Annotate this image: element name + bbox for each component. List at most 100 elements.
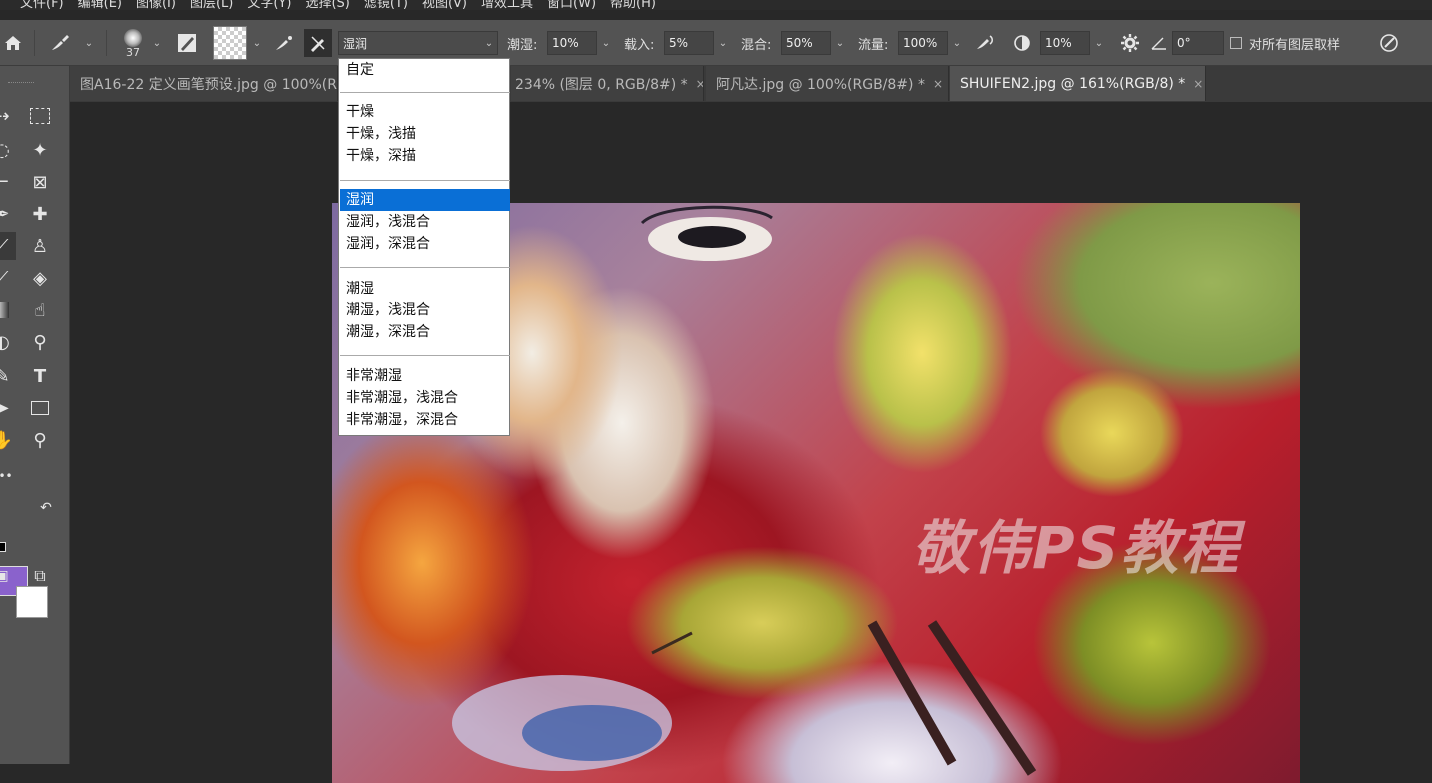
wet-input[interactable]: 10% [547,31,597,55]
menu-image[interactable]: 图像(I) [136,0,176,11]
tab-doc-1[interactable]: 图A16-22 定义画笔预设.jpg @ 100%(R [70,66,338,101]
dropdown-item-dry-heavy[interactable]: 干燥，深描 [340,145,510,167]
chevron-down-icon[interactable]: ⌄ [714,31,732,55]
flow-input[interactable]: 100% [898,31,948,55]
chevron-down-icon[interactable]: ⌄ [480,31,498,55]
pressure-icon[interactable] [1376,20,1402,66]
dropdown-item-very-wet[interactable]: 非常潮湿 [340,365,510,387]
eraser-icon[interactable]: ◈ [26,264,54,292]
quick-mask-icon[interactable]: ▣ [0,562,16,590]
mixer-preset-dropdown: 自定 干燥 干燥，浅描 干燥，深描 湿润 湿润，浅混合 湿润，深混合 潮湿 潮湿… [338,58,510,436]
crop-icon[interactable]: ⌐ [0,168,16,196]
options-bar: ⌄ 37 ⌄ ⌄ 湿润 ⌄ 潮湿: 10% ⌄ 载入: 5% ⌄ 混合: 50%… [0,20,1432,66]
chevron-down-icon[interactable]: ⌄ [80,31,98,55]
angle-icon [1148,20,1170,66]
dropdown-item-moist-heavy[interactable]: 湿润，深混合 [340,233,510,255]
menu-edit[interactable]: 编辑(E) [78,0,122,11]
brush-panel-icon[interactable] [174,20,200,66]
mix-label: 混合: [741,37,772,53]
frame-icon[interactable]: ⊠ [26,168,54,196]
flow-label: 流量: [858,37,889,53]
smoothing-input[interactable]: 10% [1040,31,1090,55]
home-icon[interactable] [0,20,26,66]
marquee-icon[interactable] [26,102,54,130]
dropdown-item-very-wet-heavy[interactable]: 非常潮湿，深混合 [340,409,510,431]
dropdown-divider [340,355,510,356]
eyedropper-icon[interactable]: ✒ [0,200,16,228]
zoom-icon[interactable]: ⚲ [26,426,54,454]
gradient-icon[interactable] [0,296,16,324]
dodge-icon[interactable]: ◐ [0,328,16,356]
tab-doc-4-active[interactable]: SHUIFEN2.jpg @ 161%(RGB/8) * × [950,66,1206,101]
load-brush-swatch[interactable] [212,20,248,66]
more-tools-icon[interactable]: ••• [0,462,16,490]
menu-layer[interactable]: 图层(L) [190,0,233,11]
settings-gear-icon[interactable] [1118,20,1142,66]
stamp-icon[interactable]: ♙ [26,232,54,260]
history-brush-icon[interactable]: ⟋ [0,264,16,292]
tab-label: 图A16-22 定义画笔预设.jpg @ 100%(R [80,76,337,93]
chevron-down-icon[interactable]: ⌄ [148,31,166,55]
dropdown-item-wet-heavy[interactable]: 潮湿，深混合 [340,321,510,343]
healing-icon[interactable]: ✚ [26,200,54,228]
burn-icon[interactable]: ⚲ [26,328,54,356]
menu-plugins[interactable]: 增效工具 [481,0,533,11]
smudge-icon[interactable]: ☝ [26,296,54,324]
rectangle-icon[interactable] [26,394,54,422]
canvas-area[interactable]: 敬伟PS教程 [70,102,1432,783]
chevron-down-icon[interactable]: ⌄ [597,31,615,55]
menu-file[interactable]: 文件(F) [20,0,64,11]
dropdown-item-dry-light[interactable]: 干燥，浅描 [340,123,510,145]
load-label: 载入: [624,37,655,53]
mixer-brush-icon[interactable] [46,20,76,66]
chevron-down-icon[interactable]: ⌄ [1090,31,1108,55]
mixer-preset-select[interactable]: 湿润 [338,31,498,55]
close-icon[interactable]: × [696,77,703,91]
dropdown-item-moist-selected[interactable]: 湿润 [340,189,510,211]
default-colors-icon[interactable] [0,542,6,552]
pen-icon[interactable]: ✎ [0,362,16,390]
angle-input[interactable]: 0° [1172,31,1224,55]
chevron-down-icon[interactable]: ⌄ [948,31,966,55]
screen-mode-icon[interactable]: ⧉ [26,562,54,590]
dropdown-item-very-wet-light[interactable]: 非常潮湿，浅混合 [340,387,510,409]
clean-brush-icon[interactable] [304,20,332,66]
dropdown-item-wet-light[interactable]: 潮湿，浅混合 [340,299,510,321]
lasso-icon[interactable]: ◌ [0,136,16,164]
airbrush-icon[interactable] [972,20,998,66]
brush-preview-icon[interactable]: 37 [118,20,148,66]
dropdown-item-moist-light[interactable]: 湿润，浅混合 [340,211,510,233]
menu-help[interactable]: 帮助(H) [610,0,656,11]
dropdown-item-wet[interactable]: 潮湿 [340,278,510,300]
close-icon[interactable]: × [1193,77,1203,91]
dropdown-item-dry[interactable]: 干燥 [340,101,510,123]
tab-doc-3[interactable]: 阿凡达.jpg @ 100%(RGB/8#) * × [706,66,949,101]
sample-all-layers[interactable]: 对所有图层取样 [1230,20,1340,66]
type-icon[interactable]: T [26,362,54,390]
tab-doc-2[interactable]: 234% (图层 0, RGB/8#) * × [511,66,704,101]
sample-all-label: 对所有图层取样 [1249,37,1341,53]
load-input[interactable]: 5% [664,31,714,55]
checkbox[interactable] [1230,37,1242,49]
swap-colors-icon[interactable]: ↶ [32,494,60,522]
load-brush-icon[interactable] [270,20,298,66]
hand-icon[interactable]: ✋ [0,426,16,454]
magic-wand-icon[interactable]: ✦ [26,136,54,164]
background-color-swatch[interactable] [16,586,48,618]
menu-view[interactable]: 视图(V) [422,0,467,11]
menu-window[interactable]: 窗口(W) [547,0,596,11]
smoothing-icon[interactable] [1010,20,1034,66]
dropdown-item-custom[interactable]: 自定 [340,59,510,81]
close-icon[interactable]: × [933,77,943,91]
menu-type[interactable]: 文字(Y) [247,0,291,11]
chevron-down-icon[interactable]: ⌄ [248,31,266,55]
mix-input[interactable]: 50% [781,31,831,55]
menu-bar: 文件(F) 编辑(E) 图像(I) 图层(L) 文字(Y) 选择(S) 滤镜(T… [0,0,1432,11]
tab-label: 阿凡达.jpg @ 100%(RGB/8#) * [716,76,925,93]
chevron-down-icon[interactable]: ⌄ [831,31,849,55]
brush-icon[interactable]: ⟋ [0,232,16,260]
menu-filter[interactable]: 滤镜(T) [364,0,408,11]
menu-select[interactable]: 选择(S) [305,0,349,11]
path-select-icon[interactable]: ➤ [0,394,16,422]
move-icon[interactable]: ⇢ [0,102,16,130]
